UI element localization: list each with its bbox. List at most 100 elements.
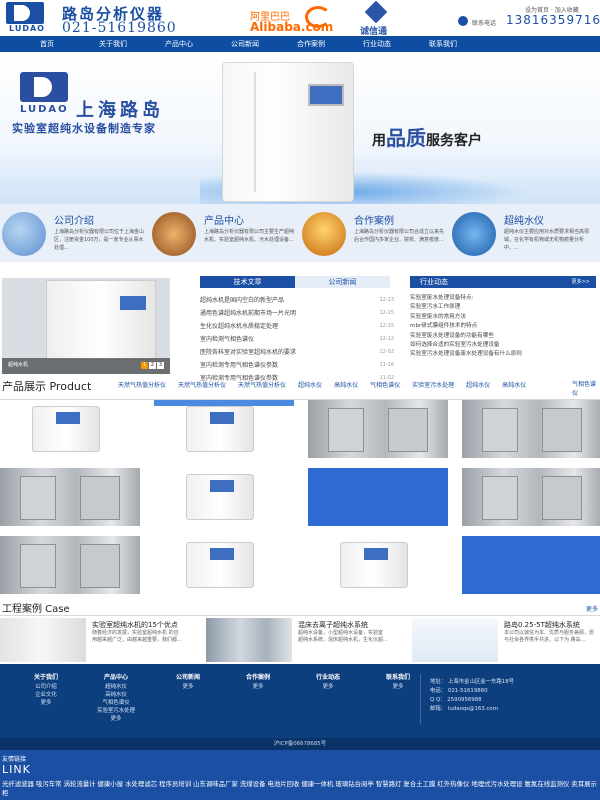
footer-link[interactable]: 更多 (368, 683, 428, 691)
industry-more-link[interactable]: 更多>> (572, 276, 590, 288)
intro-water[interactable]: 超纯水仪 超纯水仪主要应用对水质要求相当高领域，在化学有机物或无机物痕量分析中、… (450, 212, 600, 260)
intro-cases[interactable]: 合作案例 上海路岛分析仪器有限公司合成立以来先后合作国内多家企业、院校、满意者度… (300, 212, 450, 260)
product-card[interactable] (462, 468, 600, 526)
nav-item-products[interactable]: 产品中心 (146, 39, 212, 49)
copyright[interactable]: 沪ICP备06678685号 (0, 738, 600, 750)
slide-page[interactable]: 2 (149, 362, 156, 369)
product-card[interactable] (154, 400, 294, 458)
cases-photo (302, 212, 346, 256)
intro-text: 上海路岛分析仪器有限公司主要生产超纯水机、实验室超纯水机、污水处理设备... (204, 229, 295, 243)
nav-item-home[interactable]: 首页 (14, 39, 80, 49)
industry-item[interactable]: 实验室废水处理设备的功能有哪些 (410, 332, 596, 341)
industry-item[interactable]: mbr研式膜组件技术的特点 (410, 322, 596, 331)
footer-link[interactable]: 高纯水仪 (86, 691, 146, 699)
logo-text: LUDAO (9, 24, 45, 33)
footer-col-title[interactable]: 公司新闻 (158, 672, 218, 681)
intro-text: 超纯水仪主要应用对水质要求相当高领域，在化学有机物或无机物痕量分析中、... (504, 229, 590, 251)
logo-mark-icon (6, 2, 44, 24)
case-item[interactable]: 混床去离子超纯水系统 超纯水设备，小型超纯水设备，实验室 超纯水系统，混床超纯水… (206, 618, 406, 662)
nav-item-contact[interactable]: 联系我们 (410, 39, 476, 49)
footer-link[interactable]: 实验室污水处理 (86, 707, 146, 715)
product-category[interactable]: 天然气热值分析仪 (178, 380, 226, 389)
news-item[interactable]: 生化仪超纯水机水质稳定处理 12-15 (200, 320, 394, 333)
news-item[interactable]: 超纯水机是国内空白的新型产品 12-23 (200, 294, 394, 307)
footer-link[interactable]: 气相色谱仪 (86, 699, 146, 707)
product-card[interactable] (308, 536, 448, 594)
nav-item-industry[interactable]: 行业动态 (344, 39, 410, 49)
friend-links-list[interactable]: 光纤滤波器 吸污车常 涡轮流量计 健康小屋 水处理滤芯 程序员培训 山东调味品厂… (2, 780, 598, 798)
footer-col-title[interactable]: 联系我们 (368, 672, 428, 681)
product-card[interactable] (0, 468, 140, 526)
footer-link[interactable]: 更多 (298, 683, 358, 691)
footer-link[interactable]: 企业文化 (16, 691, 76, 699)
footer-phone: 电话： 021-51619860 (430, 688, 488, 694)
news-item[interactable]: 通用色谱超纯水机前期市场一片光明 12-15 (200, 307, 394, 320)
product-category[interactable]: 超纯水仪 (298, 380, 322, 389)
footer-link[interactable]: 更多 (16, 699, 76, 707)
product-card[interactable] (462, 400, 600, 458)
nav-item-about[interactable]: 关于我们 (80, 39, 146, 49)
industry-item[interactable]: 实验室污水工作原理 (410, 303, 596, 312)
case-item[interactable]: 实验室超纯水机的15个优点 随着经济的发展，实验室超纯水机 的应用越来越广泛，由… (0, 618, 200, 662)
product-category[interactable]: 高纯水仪 (502, 380, 526, 389)
banner-logo-icon (20, 72, 68, 102)
news-slideshow[interactable]: 超纯水机 1 2 3 (2, 278, 170, 374)
cases-more-link[interactable]: 更多 (586, 604, 598, 613)
footer-link[interactable]: 更多 (228, 683, 288, 691)
intro-title: 产品中心 (204, 216, 244, 227)
intro-products[interactable]: 产品中心 上海路岛分析仪器有限公司主要生产超纯水机、实验室超纯水机、污水处理设备… (150, 212, 300, 260)
intro-title: 公司介绍 (54, 216, 94, 227)
footer-col-title[interactable]: 产品中心 (86, 672, 146, 681)
product-category[interactable]: 气相色谱仪 (370, 380, 400, 389)
tab-company-news[interactable]: 公司新闻 (295, 276, 390, 288)
footer-col-cases: 合作案例 更多 (228, 672, 288, 691)
banner-logo-text: LUDAO (20, 104, 69, 115)
cases-title: 工程案例 Case (2, 604, 70, 615)
water-photo (452, 212, 496, 256)
case-image (206, 618, 292, 662)
product-category[interactable]: 超纯水仪 (466, 380, 490, 389)
slide-page[interactable]: 1 (141, 362, 148, 369)
product-category[interactable]: 气相色谱仪 (572, 380, 600, 398)
product-card[interactable] (462, 536, 600, 594)
industry-item[interactable]: 实验室废水处理设备特点: (410, 294, 596, 303)
industry-item[interactable]: 实验室污水处理设备废水处理设备有什么原则 (410, 350, 596, 359)
product-card[interactable] (0, 536, 140, 594)
product-card[interactable] (308, 400, 448, 458)
site-logo[interactable]: LUDAO (2, 2, 48, 34)
product-category[interactable]: 实验室污水处理 (412, 380, 454, 389)
product-card[interactable] (154, 468, 294, 526)
industry-item[interactable]: 实验室废水的常用方法 (410, 313, 596, 322)
news-item[interactable]: 室内检测专用气相色谱仪参数 11-16 (200, 359, 394, 372)
product-screen (56, 412, 80, 424)
site-footer: 关于我们 公司介绍 企业文化 更多 产品中心 超纯水仪 高纯水仪 气相色谱仪 实… (0, 664, 600, 738)
machine-screen-image (308, 84, 344, 106)
slide-caption-text: 超纯水机 (8, 362, 29, 368)
tab-tech-articles[interactable]: 技术文章 (200, 276, 295, 288)
product-card[interactable] (0, 400, 140, 458)
nav-item-cases[interactable]: 合作案例 (278, 39, 344, 49)
slide-page[interactable]: 3 (157, 362, 164, 369)
case-item[interactable]: 路岛0.25-5T超纯水系统 本公司以诚信为本、优质与服务兼顾，愿与社会各界携手… (412, 618, 600, 662)
news-item[interactable]: 室内检测气相色谱仪 12-12 (200, 333, 394, 346)
footer-col-title[interactable]: 行业动态 (298, 672, 358, 681)
product-category[interactable]: 天然气热值分析仪 (238, 380, 286, 389)
footer-link[interactable]: 超纯水仪 (86, 683, 146, 691)
footer-col-title[interactable]: 合作案例 (228, 672, 288, 681)
intro-company[interactable]: 公司介绍 上海路岛分析仪器有限公司位于上海金山区，注册资金100万，是一家专业从… (0, 212, 150, 260)
nav-item-news[interactable]: 公司新闻 (212, 39, 278, 49)
banner-subtitle: 实验室超纯水设备制造专家 (12, 122, 156, 135)
product-category[interactable]: 高纯水仪 (334, 380, 358, 389)
footer-link[interactable]: 公司介绍 (16, 683, 76, 691)
footer-link[interactable]: 更多 (86, 715, 146, 723)
footer-divider (420, 674, 421, 724)
news-item[interactable]: 医院各科室对实验室超纯水机的要求 12-02 (200, 346, 394, 359)
product-card[interactable] (154, 536, 294, 594)
footer-col-title[interactable]: 关于我们 (16, 672, 76, 681)
hero-banner[interactable]: LUDAO 上海路岛 实验室超纯水设备制造专家 用品质服务客户 (0, 52, 600, 204)
footer-link[interactable]: 更多 (158, 683, 218, 691)
industry-item[interactable]: 如何选择合适的实验室污水处理设备 (410, 341, 596, 350)
news-section: 超纯水机 1 2 3 技术文章 公司新闻 超纯水机是国内空白的新型产品 12-23… (0, 270, 600, 382)
product-category[interactable]: 天然气热值分析仪 (118, 380, 166, 389)
product-card[interactable] (308, 468, 448, 526)
